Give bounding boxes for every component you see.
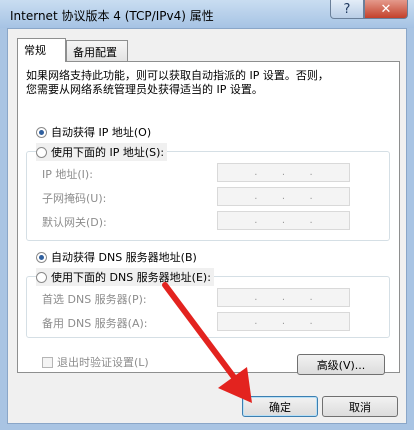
dns-manual-label: 使用下面的 DNS 服务器地址(E): [51, 271, 211, 284]
ok-button[interactable]: 确定 [242, 396, 318, 417]
alternate-dns-field[interactable]: ... [217, 312, 350, 331]
validate-on-exit-checkbox[interactable]: 退出时验证设置(L) [42, 354, 149, 370]
description-line: 您需要从网络系统管理员处获得适当的 IP 设置。 [26, 83, 263, 96]
title-bar: Internet 协议版本 4 (TCP/IPv4) 属性 ? ✕ [0, 0, 414, 28]
dialog-window: Internet 协议版本 4 (TCP/IPv4) 属性 ? ✕ 常规 备用配… [0, 0, 414, 430]
tab-general[interactable]: 常规 [17, 38, 66, 62]
default-gateway-label: 默认网关(D): [42, 216, 107, 229]
close-button[interactable]: ✕ [364, 0, 408, 19]
ip-address-field[interactable]: ... [217, 163, 350, 182]
ip-auto-radio[interactable]: 自动获得 IP 地址(O) [36, 123, 151, 141]
dialog-client-area: 常规 备用配置 如果网络支持此功能，则可以获取自动指派的 IP 设置。否则， 您… [7, 28, 407, 424]
radio-selected-icon [36, 251, 47, 263]
description-line: 如果网络支持此功能，则可以获取自动指派的 IP 设置。否则， [26, 69, 329, 82]
ip-address-label: IP 地址(I): [42, 168, 93, 181]
description-text: 如果网络支持此功能，则可以获取自动指派的 IP 设置。否则， 您需要从网络系统管… [26, 69, 396, 97]
tab-alternate-configuration[interactable]: 备用配置 [66, 40, 128, 61]
default-gateway-field[interactable]: ... [217, 211, 350, 230]
help-icon: ? [343, 1, 351, 17]
help-button[interactable]: ? [330, 0, 364, 19]
dns-auto-label: 自动获得 DNS 服务器地址(B) [51, 251, 197, 264]
ip-manual-radio[interactable]: 使用下面的 IP 地址(S): [36, 143, 168, 161]
dns-manual-radio[interactable]: 使用下面的 DNS 服务器地址(E): [36, 268, 214, 286]
window-title: Internet 协议版本 4 (TCP/IPv4) 属性 [10, 9, 214, 23]
preferred-dns-field[interactable]: ... [217, 288, 350, 307]
radio-unselected-icon [36, 146, 47, 158]
radio-unselected-icon [36, 271, 47, 283]
advanced-button[interactable]: 高级(V)... [297, 354, 385, 375]
subnet-mask-field[interactable]: ... [217, 187, 350, 206]
ip-auto-label: 自动获得 IP 地址(O) [51, 126, 152, 139]
close-icon: ✕ [380, 1, 392, 17]
alternate-dns-label: 备用 DNS 服务器(A): [42, 317, 148, 330]
validate-on-exit-label: 退出时验证设置(L) [57, 356, 149, 369]
checkbox-icon [42, 356, 53, 368]
dns-auto-radio[interactable]: 自动获得 DNS 服务器地址(B) [36, 248, 197, 266]
subnet-mask-label: 子网掩码(U): [42, 192, 107, 205]
cancel-button[interactable]: 取消 [322, 396, 398, 417]
radio-selected-icon [36, 126, 47, 138]
ip-manual-label: 使用下面的 IP 地址(S): [51, 146, 165, 159]
preferred-dns-label: 首选 DNS 服务器(P): [42, 293, 147, 306]
